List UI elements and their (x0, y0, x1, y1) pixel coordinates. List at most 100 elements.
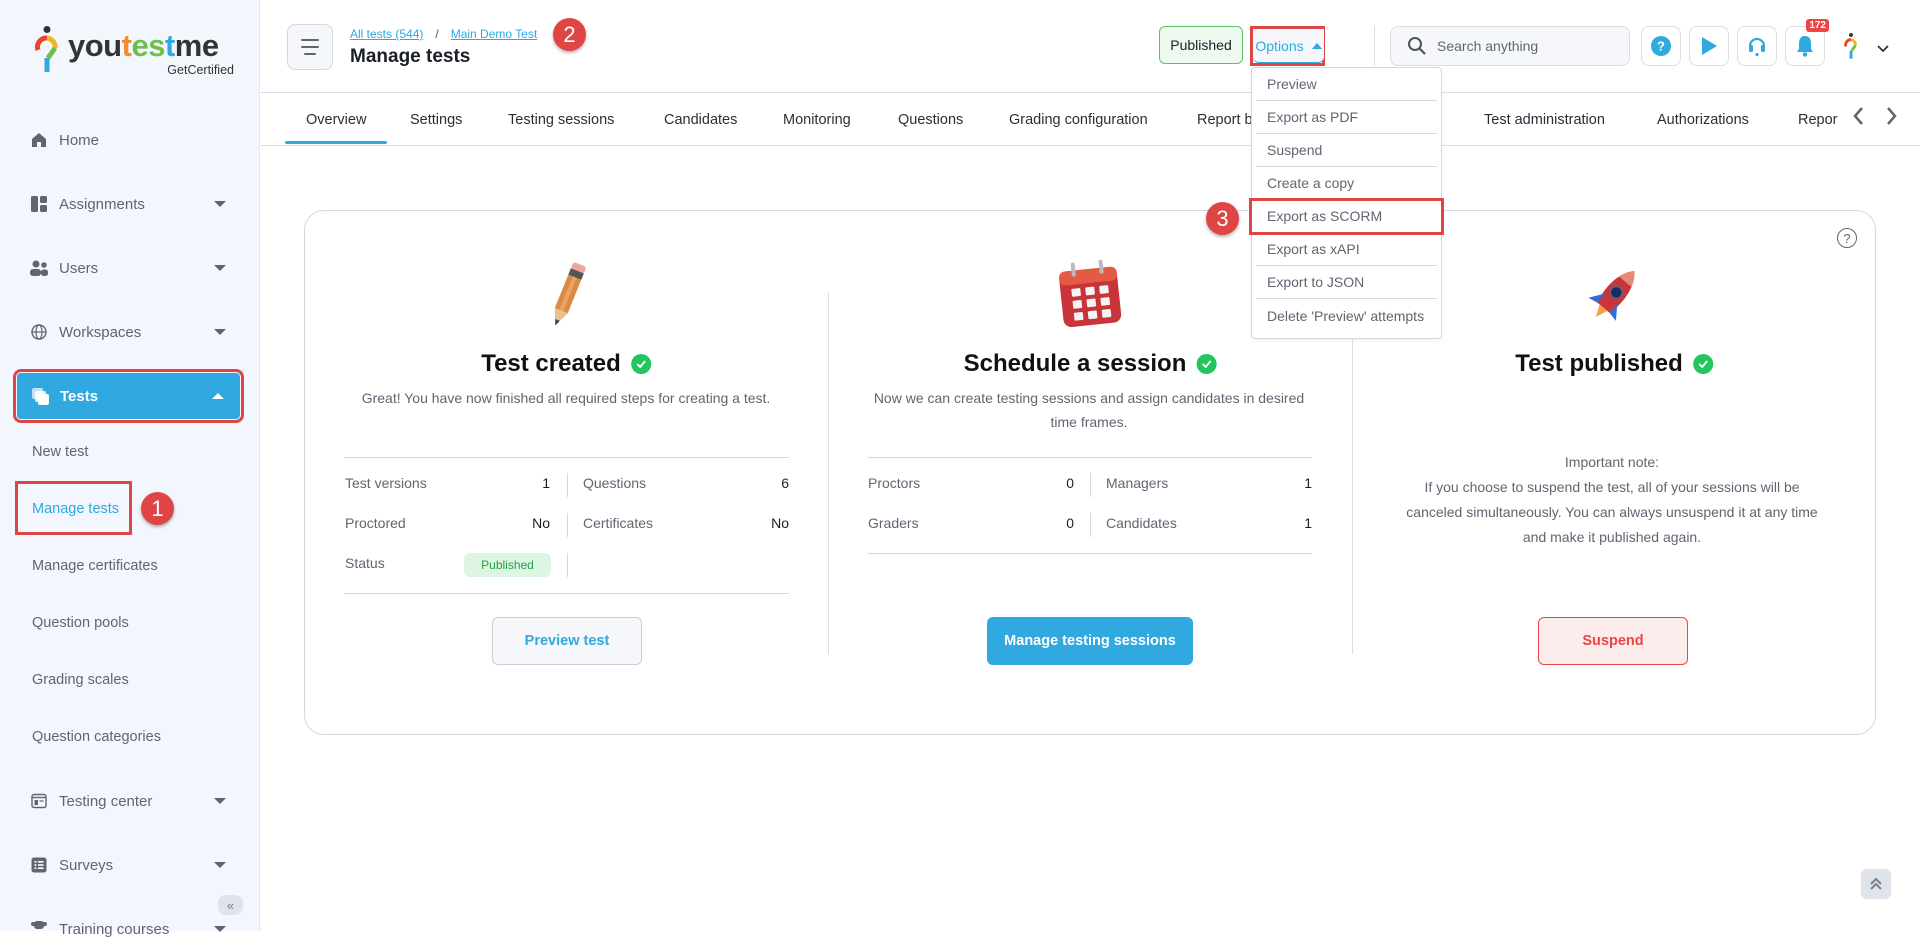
tab-testing-sessions[interactable]: Testing sessions (508, 100, 614, 128)
stat-label-questions: Questions (583, 475, 647, 491)
menu-item-export-pdf[interactable]: Export as PDF (1256, 101, 1437, 134)
assignments-icon (30, 195, 48, 213)
avatar-logo-icon (1844, 33, 1857, 59)
annotation-step-3: 3 (1206, 202, 1239, 235)
logo[interactable]: youtestme GetCertified (34, 26, 234, 78)
double-chevron-up-icon (1870, 877, 1882, 890)
sidebar-subitem-grading-scales[interactable]: Grading scales (32, 672, 129, 688)
sidebar-subitem-question-categories[interactable]: Question categories (32, 729, 161, 745)
tab-grading-configuration[interactable]: Grading configuration (1009, 100, 1148, 128)
collapse-sidebar-button[interactable]: « (218, 895, 243, 915)
scroll-to-top-button[interactable] (1861, 869, 1891, 899)
pencil-icon (554, 262, 586, 326)
tab-reports[interactable]: Repor (1798, 100, 1838, 128)
stat-label-proctored: Proctored (345, 515, 406, 531)
suspend-note: Important note: If you choose to suspend… (1392, 450, 1832, 550)
annotation-step-2: 2 (553, 18, 586, 51)
help-button[interactable]: ? (1641, 26, 1681, 66)
logo-mark-icon (35, 26, 58, 72)
stat-value-proctors: 0 (1066, 475, 1074, 491)
breadcrumb-all-tests[interactable]: All tests (544) (350, 27, 423, 41)
stat-value-proctored: No (532, 515, 550, 531)
sidebar-item-label: Home (59, 131, 100, 149)
sidebar-item-tests[interactable]: Tests (13, 369, 244, 423)
menu-item-create-copy[interactable]: Create a copy (1256, 167, 1437, 200)
breadcrumb: All tests (544) / Main Demo Test (350, 27, 537, 41)
manage-testing-sessions-button[interactable]: Manage testing sessions (987, 617, 1193, 665)
status-published-button[interactable]: Published (1159, 26, 1243, 64)
start-tour-button[interactable] (1689, 26, 1729, 66)
menu-item-export-scorm[interactable]: Export as SCORM (1249, 198, 1444, 235)
menu-item-suspend[interactable]: Suspend (1256, 134, 1437, 167)
stats-divider (344, 457, 789, 458)
stat-separator (567, 553, 568, 577)
logo-wordmark: youtestme (68, 28, 219, 63)
tabs-scroll-left-button[interactable] (1852, 106, 1864, 132)
card-help-icon[interactable]: ? (1837, 228, 1857, 248)
chevron-left-icon (1853, 107, 1863, 125)
preview-test-button[interactable]: Preview test (492, 617, 642, 665)
stat-value-managers: 1 (1304, 475, 1312, 491)
surveys-icon (30, 856, 48, 874)
testing-center-icon (30, 792, 48, 810)
caret-down-icon (214, 798, 226, 804)
options-button[interactable]: Options (1253, 29, 1324, 63)
stats-divider (344, 593, 789, 594)
calendar-icon (1059, 259, 1122, 328)
menu-toggle-button[interactable] (287, 24, 333, 70)
tabs-scroll-right-button[interactable] (1886, 106, 1898, 132)
sidebar-item-testing-center[interactable]: Testing center (16, 778, 242, 824)
stat-value-candidates: 1 (1304, 515, 1312, 531)
sidebar-subitem-new-test[interactable]: New test (32, 444, 88, 460)
sidebar-item-training-courses[interactable]: Training courses (16, 906, 242, 952)
tab-settings[interactable]: Settings (410, 100, 462, 128)
tab-overview[interactable]: Overview (284, 100, 389, 144)
tab-report-builder[interactable]: Report b (1197, 100, 1253, 128)
user-avatar[interactable] (1843, 33, 1859, 66)
stat-label-graders: Graders (868, 515, 919, 531)
menu-item-preview[interactable]: Preview (1256, 68, 1437, 101)
sidebar-item-home[interactable]: Home (16, 117, 242, 163)
caret-down-icon (214, 201, 226, 207)
options-label: Options (1255, 37, 1304, 54)
sidebar-item-workspaces[interactable]: Workspaces (16, 309, 242, 355)
notifications-button[interactable]: 172 (1785, 19, 1829, 66)
step-title-text: Test created (481, 350, 621, 377)
menu-item-delete-preview-attempts[interactable]: Delete 'Preview' attempts (1256, 299, 1437, 332)
tab-monitoring[interactable]: Monitoring (783, 100, 851, 128)
tab-test-administration[interactable]: Test administration (1484, 100, 1605, 128)
menu-item-export-json[interactable]: Export to JSON (1256, 266, 1437, 299)
sidebar-subitem-manage-certificates[interactable]: Manage certificates (32, 558, 158, 574)
annotation-step-1: 1 (141, 492, 174, 525)
suspend-button[interactable]: Suspend (1538, 617, 1688, 665)
page-title: Manage tests (350, 46, 471, 67)
sidebar-item-users[interactable]: Users (16, 245, 242, 291)
bell-icon (1797, 36, 1813, 57)
step-description: Now we can create testing sessions and a… (849, 386, 1329, 434)
step-title-schedule-session: Schedule a session (964, 350, 1217, 378)
breadcrumb-current-test[interactable]: Main Demo Test (451, 27, 537, 41)
headset-icon (1748, 37, 1766, 57)
stat-separator (567, 513, 568, 537)
menu-item-export-xapi[interactable]: Export as xAPI (1256, 233, 1437, 266)
stat-label-test-versions: Test versions (345, 475, 427, 491)
search-icon (1408, 37, 1426, 55)
step-description-line: Now we can create testing sessions and a… (873, 390, 1305, 406)
search-input[interactable]: Search anything (1390, 26, 1630, 66)
sidebar-subitem-question-pools[interactable]: Question pools (32, 615, 129, 631)
tab-authorizations[interactable]: Authorizations (1657, 100, 1749, 128)
stat-separator (1090, 513, 1091, 537)
sidebar-item-label: Assignments (59, 195, 145, 213)
stat-value-certificates: No (771, 515, 789, 531)
user-menu-chevron-icon[interactable] (1877, 40, 1889, 58)
notification-count-badge: 172 (1806, 19, 1829, 32)
stat-separator (567, 473, 568, 497)
sidebar-item-assignments[interactable]: Assignments (16, 181, 242, 227)
note-line: canceled simultaneously. You can always … (1406, 504, 1818, 520)
tab-questions[interactable]: Questions (898, 100, 963, 128)
tab-candidates[interactable]: Candidates (664, 100, 737, 128)
sidebar-item-label: Surveys (59, 856, 114, 874)
support-button[interactable] (1737, 26, 1777, 66)
sidebar-item-surveys[interactable]: Surveys (16, 842, 242, 888)
stat-value-test-versions: 1 (542, 475, 550, 491)
